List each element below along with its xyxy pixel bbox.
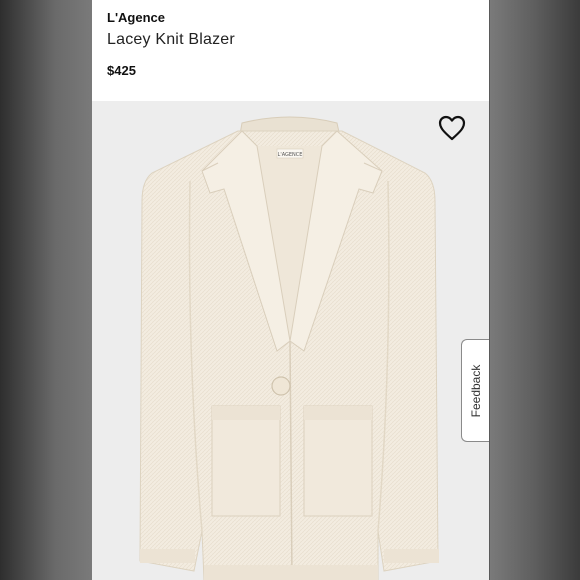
product-header: L'Agence Lacey Knit Blazer $425: [92, 0, 489, 101]
right-blurred-backdrop: [490, 0, 580, 580]
blazer-illustration: L'AGENCE: [139, 116, 439, 580]
feedback-label: Feedback: [468, 364, 483, 417]
product-price: $425: [107, 63, 136, 78]
heart-outline-icon[interactable]: [438, 115, 466, 141]
product-image[interactable]: L'AGENCE: [92, 101, 489, 580]
garment-label-text: L'AGENCE: [278, 152, 303, 158]
left-blurred-backdrop: [0, 0, 92, 580]
product-card: L'Agence Lacey Knit Blazer $425 L'AGENCE: [92, 0, 489, 580]
feedback-button[interactable]: Feedback: [461, 339, 489, 442]
product-title: Lacey Knit Blazer: [107, 31, 235, 48]
brand-name[interactable]: L'Agence: [107, 10, 165, 25]
